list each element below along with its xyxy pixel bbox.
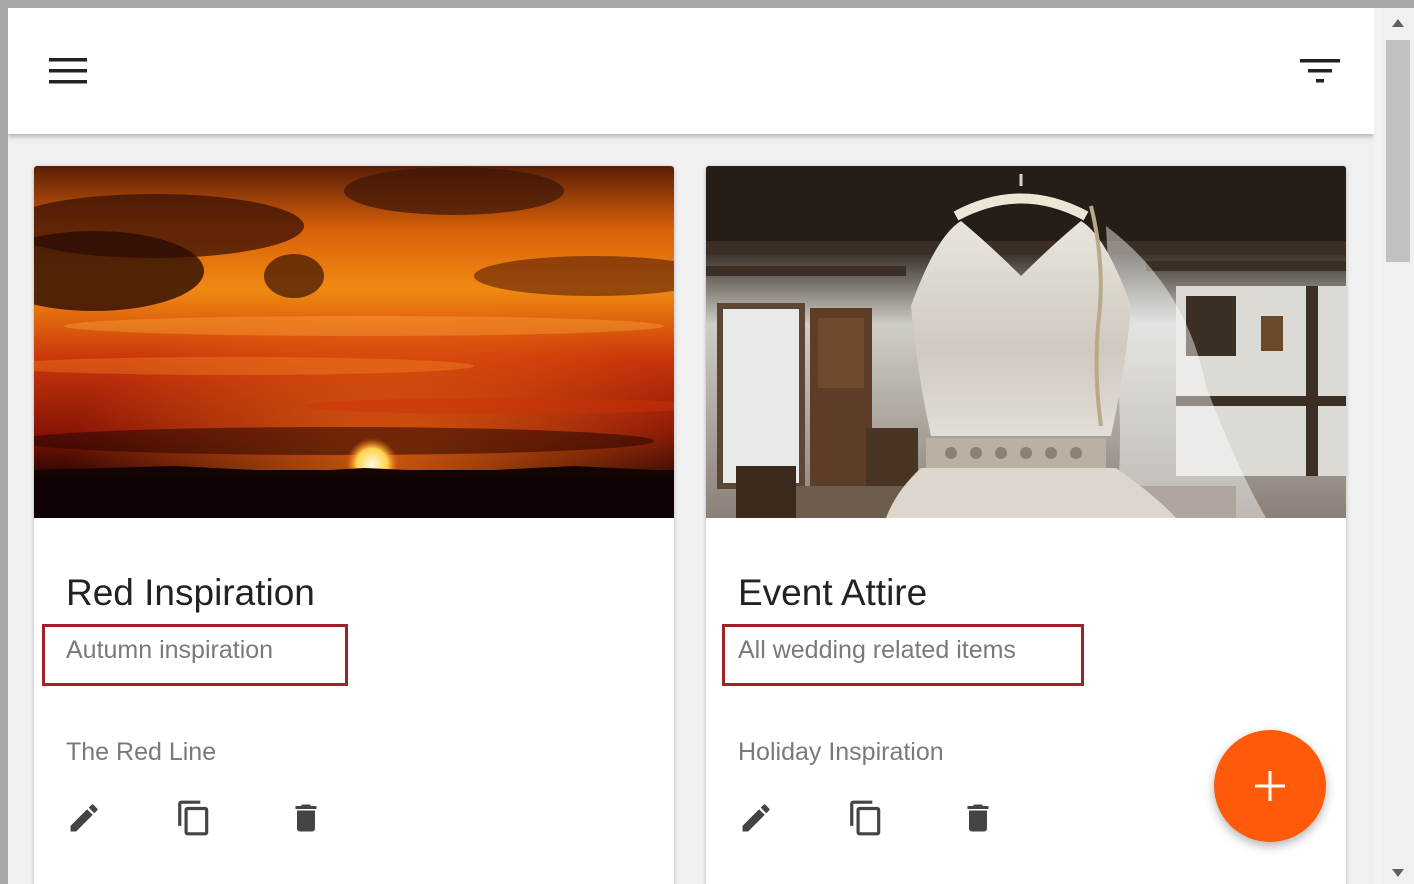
delete-icon (295, 804, 317, 832)
vertical-scrollbar[interactable] (1382, 8, 1414, 884)
delete-button[interactable] (954, 794, 1002, 842)
edit-icon (742, 804, 770, 832)
card-description: Autumn inspiration (66, 636, 274, 664)
card-actions (60, 794, 360, 854)
scroll-thumb[interactable] (1386, 40, 1410, 262)
scroll-up-button[interactable] (1382, 10, 1414, 36)
add-fab-button[interactable] (1214, 730, 1326, 842)
delete-icon (967, 804, 989, 832)
filter-button[interactable] (1290, 46, 1350, 96)
card-title: Event Attire (738, 572, 928, 613)
app-window: Red Inspiration Autumn inspiration The R… (0, 0, 1414, 884)
copy-icon (178, 800, 209, 836)
wedding-dress-photo (706, 166, 1346, 518)
card-image-wedding-dress (706, 166, 1346, 518)
card-collection: The Red Line (66, 738, 217, 766)
edit-icon (70, 804, 98, 832)
card-title: Red Inspiration (66, 572, 315, 613)
content-viewport: Red Inspiration Autumn inspiration The R… (8, 8, 1374, 884)
hamburger-menu-icon (49, 58, 87, 84)
scroll-down-arrow-icon (1392, 869, 1404, 877)
card-collection: Holiday Inspiration (738, 738, 944, 766)
card-description: All wedding related items (738, 636, 1016, 664)
filter-list-icon (1300, 59, 1340, 83)
delete-button[interactable] (282, 794, 330, 842)
card-red-inspiration[interactable]: Red Inspiration Autumn inspiration The R… (34, 166, 674, 884)
copy-button[interactable] (842, 794, 890, 842)
plus-icon (1255, 771, 1285, 801)
scroll-down-button[interactable] (1382, 860, 1414, 884)
edit-button[interactable] (732, 794, 780, 842)
edit-button[interactable] (60, 794, 108, 842)
menu-button[interactable] (38, 46, 98, 96)
card-image-sunset (34, 166, 674, 518)
copy-icon (850, 800, 881, 836)
scroll-up-arrow-icon (1392, 19, 1404, 27)
sunset-photo (34, 166, 674, 518)
app-bar (8, 8, 1374, 134)
card-actions (732, 794, 1032, 854)
copy-button[interactable] (170, 794, 218, 842)
